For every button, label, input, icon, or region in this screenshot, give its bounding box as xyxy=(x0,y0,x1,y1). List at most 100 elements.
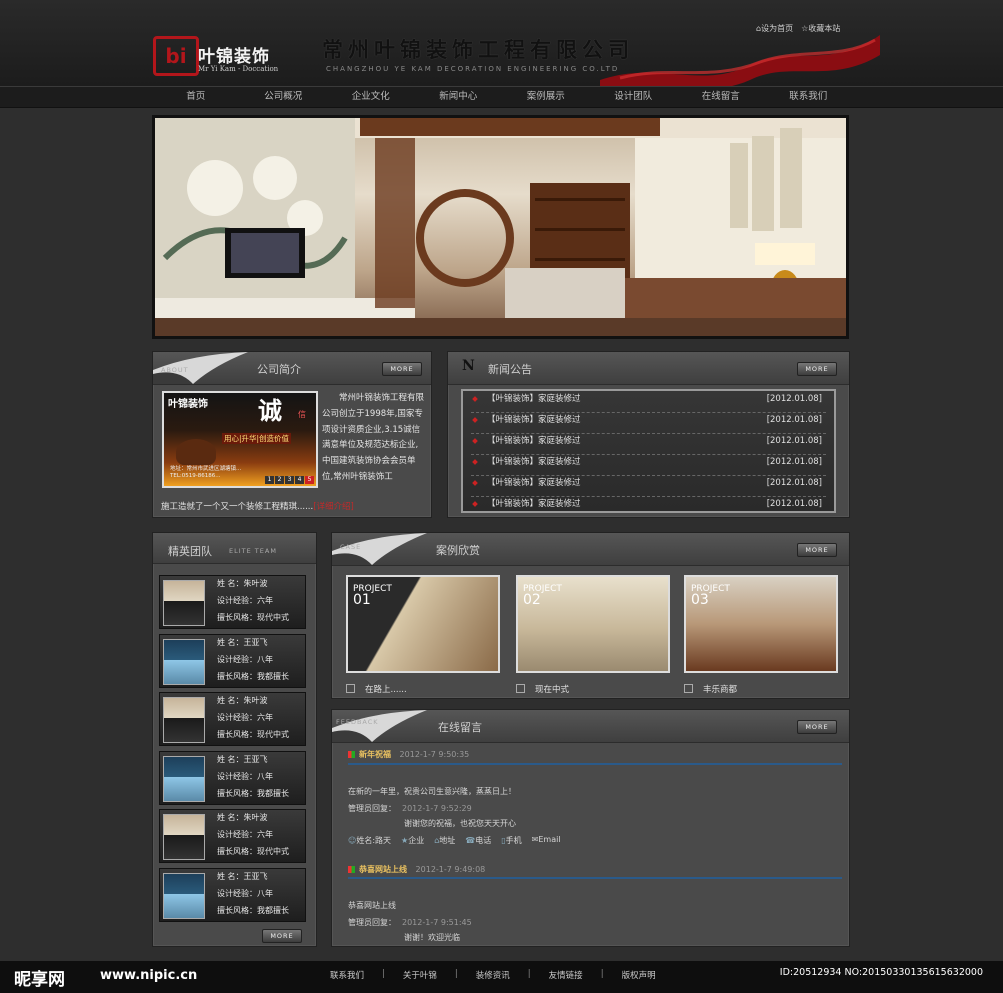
contact-mobile[interactable]: ▯手机 xyxy=(501,835,521,846)
nav-item-culture[interactable]: 企业文化 xyxy=(327,87,415,107)
contact-address[interactable]: ⌂地址 xyxy=(434,835,455,846)
member-photo[interactable] xyxy=(163,756,205,802)
case-thumbnail[interactable]: PROJECT 03 xyxy=(684,575,838,673)
about-panel-header: ABOUT 公司简介 MORE xyxy=(153,352,431,385)
messages-title: 在线留言 xyxy=(438,721,482,734)
nav-item-message[interactable]: 在线留言 xyxy=(677,87,765,107)
nav-item-news[interactable]: 新闻中心 xyxy=(415,87,503,107)
bullet-icon xyxy=(472,417,478,423)
logo-icon[interactable]: bi xyxy=(153,36,199,76)
case-thumbnail[interactable]: PROJECT 02 xyxy=(516,575,670,673)
messages-more-button[interactable]: MORE xyxy=(797,720,837,734)
nav-item-home[interactable]: 首页 xyxy=(152,87,240,107)
incense-burner-icon xyxy=(176,439,216,465)
footer-link-friends[interactable]: 友情链接 xyxy=(549,969,583,981)
about-tag: ABOUT xyxy=(161,366,189,374)
checkbox-icon xyxy=(516,684,525,693)
bullet-icon xyxy=(472,459,478,465)
footer-links: 联系我们 | 关于叶锦 | 装修资讯 | 友情链接 | 版权声明 xyxy=(330,969,656,981)
divider xyxy=(348,877,842,879)
team-member-card[interactable]: 姓 名：王亚飞 设计经验：八年 擅长风格：我都擅长 xyxy=(159,751,306,805)
member-photo[interactable] xyxy=(163,873,205,919)
footer: 昵享网 www.nipic.cn 联系我们 | 关于叶锦 | 装修资讯 | 友情… xyxy=(0,961,1003,993)
main-nav: 首页 公司概况 企业文化 新闻中心 案例展示 设计团队 在线留言 联系我们 xyxy=(0,86,1003,108)
bullet-icon xyxy=(472,438,478,444)
nav-item-design-team[interactable]: 设计团队 xyxy=(590,87,678,107)
bullet-icon xyxy=(472,396,478,402)
watermark-id: ID:20512934 NO:20150330135615632000 xyxy=(779,967,983,978)
news-item[interactable]: 【叶锦装饰】家庭装修过 [2012.01.08] xyxy=(471,496,826,517)
top-links: ⌂设为首页 ☆收藏本站 xyxy=(756,23,840,34)
team-title: 精英团队 xyxy=(168,545,212,558)
news-more-button[interactable]: MORE xyxy=(797,362,837,376)
admin-reply-label: 管理员回复： 2012-1-7 9:52:29 xyxy=(348,804,472,813)
promo-slogan: 用心|升华|创造价值 xyxy=(222,433,292,444)
member-photo[interactable] xyxy=(163,697,205,743)
footer-separator: | xyxy=(454,969,458,979)
news-title: 新闻公告 xyxy=(488,363,532,376)
about-more-button[interactable]: MORE xyxy=(382,362,422,376)
news-item[interactable]: 【叶锦装饰】家庭装修过 [2012.01.08] xyxy=(471,454,826,476)
contact-company[interactable]: ★企业 xyxy=(401,835,424,846)
logo-name[interactable]: 叶锦装饰 xyxy=(198,42,270,67)
team-member-card[interactable]: 姓 名：朱叶波 设计经验：六年 擅长风格：现代中式 xyxy=(159,692,306,746)
cases-more-button[interactable]: MORE xyxy=(797,543,837,557)
watermark-url: www.nipic.cn xyxy=(100,968,198,983)
header: bi 叶锦装饰 Mr Yi Kam - Doccation 常州叶锦装饰工程有限… xyxy=(0,0,1003,90)
admin-reply-text: 谢谢！欢迎光临 xyxy=(404,933,460,942)
team-member-card[interactable]: 姓 名：朱叶波 设计经验：六年 擅长风格：现代中式 xyxy=(159,575,306,629)
footer-separator: | xyxy=(527,969,531,979)
footer-link-about[interactable]: 关于叶锦 xyxy=(403,969,437,981)
footer-link-copyright[interactable]: 版权声明 xyxy=(622,969,656,981)
contact-name[interactable]: ☺姓名:路天 xyxy=(348,835,391,846)
nav-item-cases[interactable]: 案例展示 xyxy=(502,87,590,107)
promo-brand: 叶锦装饰 xyxy=(168,399,208,410)
contact-phone[interactable]: ☎电话 xyxy=(465,835,491,846)
bookmark-link[interactable]: ☆收藏本站 xyxy=(801,23,840,34)
company-name-en: CHANGZHOU YE KAM DECORATION ENGINEERING … xyxy=(326,65,620,73)
news-item[interactable]: 【叶锦装饰】家庭装修过 [2012.01.08] xyxy=(471,475,826,497)
admin-reply-label: 管理员回复： 2012-1-7 9:51:45 xyxy=(348,918,472,927)
team-more-button[interactable]: MORE xyxy=(262,929,302,943)
case-caption[interactable]: 现在中式 xyxy=(516,683,569,695)
news-item[interactable]: 【叶锦装饰】家庭装修过 [2012.01.08] xyxy=(471,412,826,434)
footer-link-news[interactable]: 装修资讯 xyxy=(476,969,510,981)
about-promo-image[interactable]: 叶锦装饰 诚 信 用心|升华|创造价值 地址：常州市武进区湖塘镇... TEL:… xyxy=(162,391,318,488)
page-curl-icon xyxy=(332,710,427,742)
about-description-last-line: 施工造就了一个又一个装修工程精琪......[详细介绍] xyxy=(161,502,354,512)
promo-page-2[interactable]: 2 xyxy=(275,476,284,484)
news-item[interactable]: 【叶锦装饰】家庭装修过 [2012.01.08] xyxy=(471,433,826,455)
hero-banner-living-room xyxy=(152,115,849,339)
team-member-card[interactable]: 姓 名：王亚飞 设计经验：八年 擅长风格：我都擅长 xyxy=(159,634,306,688)
member-photo[interactable] xyxy=(163,814,205,860)
about-detail-link[interactable]: [详细介绍] xyxy=(313,502,354,512)
message-title-row: 恭喜网站上线 2012-1-7 9:49:08 xyxy=(348,864,485,875)
messages-panel-header: FEEDBACK 在线留言 MORE xyxy=(332,710,849,743)
team-member-card[interactable]: 姓 名：朱叶波 设计经验：六年 擅长风格：现代中式 xyxy=(159,809,306,863)
footer-link-contact[interactable]: 联系我们 xyxy=(330,969,364,981)
promo-page-4[interactable]: 4 xyxy=(295,476,304,484)
contact-email[interactable]: ✉Email xyxy=(532,835,561,846)
promo-page-1[interactable]: 1 xyxy=(265,476,274,484)
phone-icon: ☎ xyxy=(465,836,476,845)
case-thumbnail[interactable]: PROJECT 01 xyxy=(346,575,500,673)
cases-title: 案例欣赏 xyxy=(436,544,480,557)
promo-page-5[interactable]: 5 xyxy=(305,476,314,484)
nav-item-about[interactable]: 公司概况 xyxy=(240,87,328,107)
news-item[interactable]: 【叶锦装饰】家庭装修过 [2012.01.08] xyxy=(471,391,826,413)
promo-char-cheng: 诚 xyxy=(258,396,282,425)
team-member-card[interactable]: 姓 名：王亚飞 设计经验：八年 擅长风格：我都擅长 xyxy=(159,868,306,922)
company-name-cn: 常州叶锦装饰工程有限公司 xyxy=(322,37,634,62)
member-photo[interactable] xyxy=(163,580,205,626)
admin-reply-text: 谢谢您的祝福，也祝您天天开心 xyxy=(404,819,516,828)
member-photo[interactable] xyxy=(163,639,205,685)
team-panel-header: 精英团队 ELITE TEAM xyxy=(153,533,316,564)
news-panel-header: N 新闻公告 MORE xyxy=(448,352,849,385)
case-caption[interactable]: 丰乐商都 xyxy=(684,683,737,695)
case-caption[interactable]: 在路上...... xyxy=(346,683,407,695)
promo-page-3[interactable]: 3 xyxy=(285,476,294,484)
about-title: 公司简介 xyxy=(257,363,301,376)
nav-item-contact[interactable]: 联系我们 xyxy=(765,87,853,107)
living-room-illustration xyxy=(155,118,846,336)
set-homepage-link[interactable]: ⌂设为首页 xyxy=(756,23,793,34)
